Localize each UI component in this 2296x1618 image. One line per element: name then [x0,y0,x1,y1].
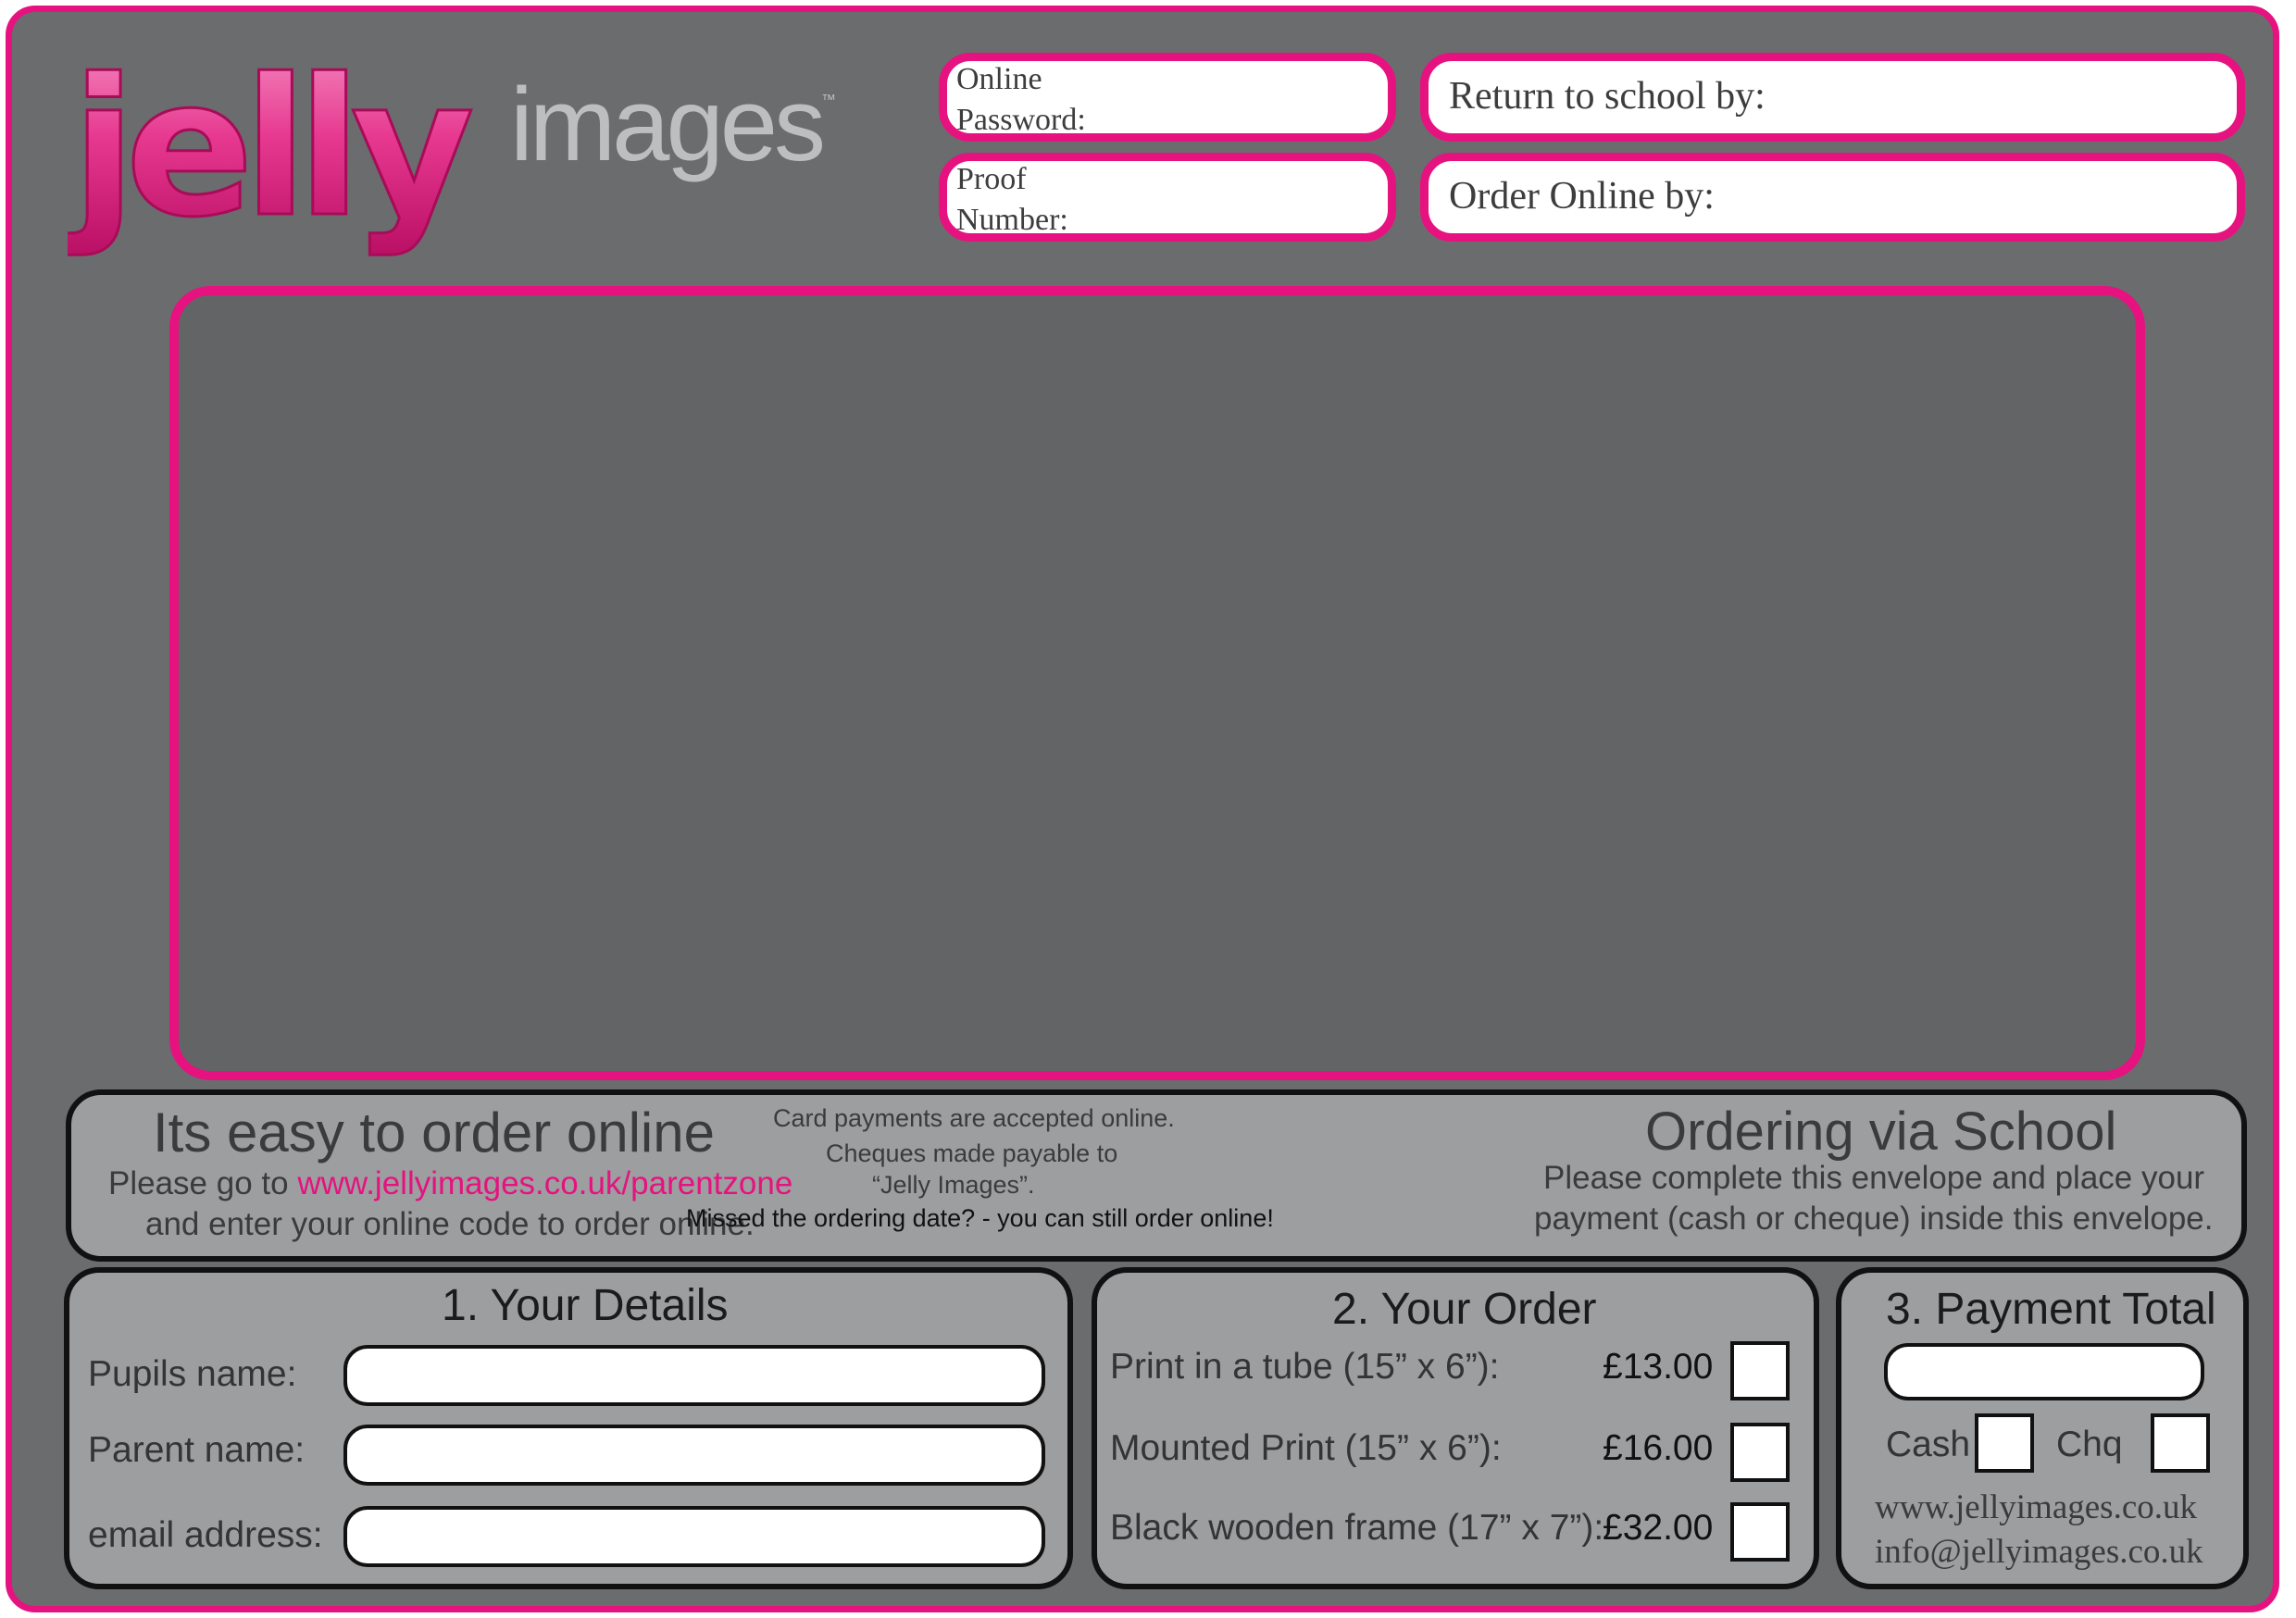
parentzone-link[interactable]: www.jellyimages.co.uk/parentzone [297,1165,792,1201]
proof-number-label-line1: Proof [956,162,1027,196]
order-item-frame-label: Black wooden frame (17” x 7”): [1110,1508,1604,1548]
school-order-title: Ordering via School [1645,1101,2117,1162]
website-text: www.jellyimages.co.uk [1875,1488,2197,1526]
photo-window [169,286,2145,1080]
payment-total-title: 3. Payment Total [1886,1285,2216,1334]
order-item-mounted-label: Mounted Print (15” x 6”): [1110,1428,1502,1468]
order-item-mounted-checkbox[interactable] [1730,1423,1790,1482]
school-order-line1: Please complete this envelope and place … [1543,1160,2205,1196]
return-to-school-field[interactable]: Return to school by: [1420,53,2245,142]
online-order-enter-code: and enter your online code to order onli… [145,1206,755,1242]
cash-label: Cash [1886,1425,1971,1464]
payment-total-field[interactable] [1884,1343,2204,1400]
info-panel: Its easy to order online Please go to ww… [66,1089,2247,1262]
jelly-images-logo: jelly images ™ [68,38,836,261]
online-order-prefix: Please go to [108,1165,298,1201]
your-details-title: 1. Your Details [442,1281,729,1330]
payment-total-panel: 3. Payment Total Cash Chq www.jellyimage… [1836,1267,2249,1589]
email-address-label: email address: [88,1515,323,1555]
online-order-instruction: Please go to www.jellyimages.co.uk/paren… [108,1165,792,1202]
svg-text:jelly: jelly [68,39,471,259]
order-item-frame-price: £32.00 [1603,1508,1714,1548]
order-envelope: jelly images ™ Online Password: Proof Nu… [6,6,2279,1612]
your-order-title: 2. Your Order [1332,1285,1597,1334]
cheque-note-line1: Cheques made payable to [826,1139,1118,1167]
svg-text:™: ™ [821,93,836,108]
svg-text:images: images [510,67,822,182]
missed-date-note: Missed the ordering date? - you can stil… [686,1204,1274,1232]
parent-name-label: Parent name: [88,1430,306,1470]
return-to-school-label: Return to school by: [1449,75,1766,118]
online-password-label-line1: Online [956,62,1042,96]
cheque-note-line2: “Jelly Images”. [872,1171,1035,1199]
order-item-tube-checkbox[interactable] [1730,1341,1790,1400]
school-order-line2: payment (cash or cheque) inside this env… [1534,1201,2214,1237]
proof-number-field[interactable]: Proof Number: [939,153,1396,242]
online-password-label-line2: Password: [956,103,1086,137]
card-payment-note: Card payments are accepted online. [773,1104,1175,1132]
proof-number-label-line2: Number: [956,203,1068,237]
order-item-tube-label: Print in a tube (15” x 6”): [1110,1347,1500,1387]
cheque-label: Chq [2056,1425,2123,1464]
cheque-checkbox[interactable] [2151,1413,2210,1473]
cash-checkbox[interactable] [1975,1413,2034,1473]
online-password-field[interactable]: Online Password: [939,53,1396,142]
order-online-by-label: Order Online by: [1449,175,1715,218]
email-address-field[interactable] [343,1506,1045,1567]
order-item-frame-checkbox[interactable] [1730,1502,1790,1562]
order-item-tube-price: £13.00 [1603,1347,1714,1387]
your-details-panel: 1. Your Details Pupils name: Parent name… [64,1267,1073,1589]
pupil-name-label: Pupils name: [88,1354,297,1394]
pupil-name-field[interactable] [343,1345,1045,1406]
your-order-panel: 2. Your Order Print in a tube (15” x 6”)… [1092,1267,1819,1589]
order-online-by-field[interactable]: Order Online by: [1420,153,2245,242]
online-order-title: Its easy to order online [153,1101,716,1164]
order-item-mounted-price: £16.00 [1603,1428,1714,1468]
email-text: info@jellyimages.co.uk [1875,1533,2203,1571]
parent-name-field[interactable] [343,1425,1045,1486]
